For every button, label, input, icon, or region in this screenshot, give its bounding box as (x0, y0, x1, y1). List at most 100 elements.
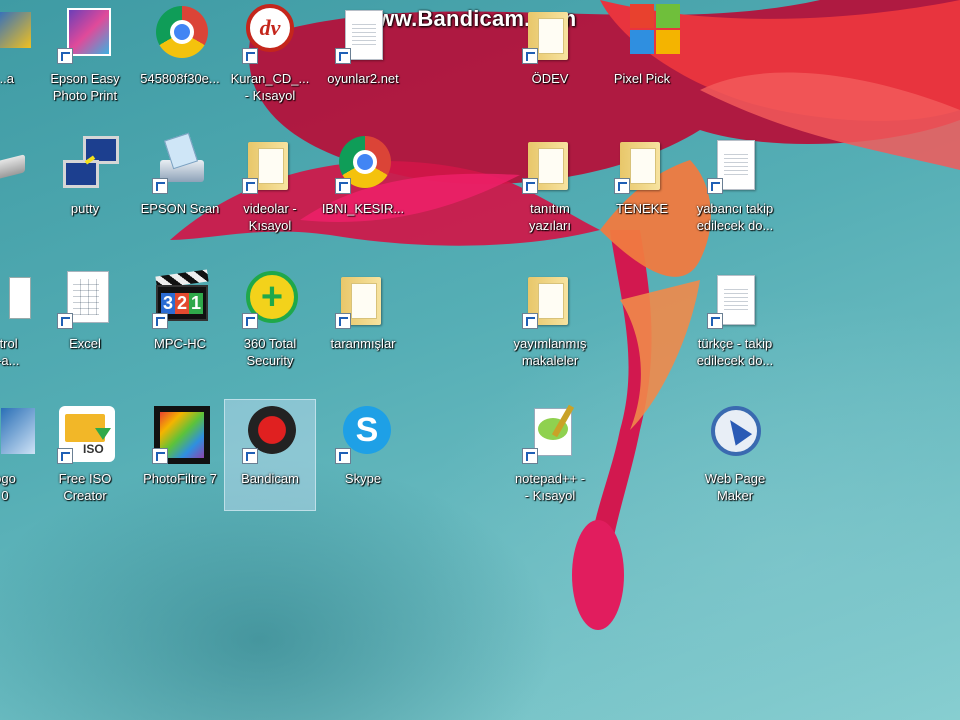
photofiltre-icon[interactable]: PhotoFiltre 7 (135, 400, 225, 510)
drive-icon (0, 134, 25, 194)
videolar-shortcut-icon[interactable]: videolar - Kısayol (225, 130, 315, 240)
shortcut-arrow-icon (522, 448, 538, 464)
icon-label: PhotoFiltre 7 (143, 471, 217, 486)
shortcut-arrow-icon (242, 178, 258, 194)
shortcut-arrow-icon (152, 448, 168, 464)
icon-label: videolar - Kısayol (243, 201, 297, 233)
folder-icon (612, 134, 672, 194)
chrome-icon (150, 4, 210, 64)
icon-label: notepad++ - - Kısayol (514, 471, 586, 503)
icon-label: Bandicam (241, 471, 299, 486)
kuran-cd-shortcut-icon[interactable]: dv Kuran_CD_... - Kısayol (225, 0, 315, 110)
bandicam-record-icon (240, 404, 300, 464)
windows-logo-icon (612, 4, 680, 64)
bandicam-icon[interactable]: Bandicam (224, 399, 316, 511)
app-icon (0, 404, 35, 464)
shortcut-arrow-icon (242, 48, 258, 64)
putty-computers-icon (55, 134, 119, 194)
icon-label: 545808f30e... (140, 71, 220, 86)
icon-label: tanıtım yazıları (529, 201, 571, 233)
icon-label: Free ISO Creator (58, 471, 112, 503)
shortcut-arrow-icon (152, 178, 168, 194)
cursor-globe-icon (705, 404, 765, 464)
shortcut-arrow-icon (335, 448, 351, 464)
excel-icon[interactable]: Excel (40, 265, 130, 375)
dv-logo-icon: dv (240, 4, 300, 64)
yabanci-takip-doc-icon[interactable]: yabancı takip edilecek do... (690, 130, 780, 240)
folder-icon (520, 269, 580, 329)
spreadsheet-icon (55, 269, 115, 329)
turkce-takip-doc-icon[interactable]: türkçe - takip edilecek do... (690, 265, 780, 375)
folder-icon (520, 4, 580, 64)
360-security-plus-icon: + (240, 269, 300, 329)
shortcut-arrow-icon (522, 48, 538, 64)
shortcut-arrow-icon (522, 313, 538, 329)
chrome-icon (333, 134, 393, 194)
photo-print-icon (55, 4, 115, 64)
teneke-folder-icon[interactable]: TENEKE (597, 130, 687, 240)
notepadpp-shortcut-icon[interactable]: notepad++ - - Kısayol (505, 400, 595, 510)
app-icon (0, 4, 35, 64)
skype-icon[interactable]: S Skype (318, 400, 408, 510)
shortcut-arrow-icon (335, 48, 351, 64)
icon-label: 360 Total Security (243, 336, 297, 368)
folder-icon (520, 134, 580, 194)
iso-folder-icon: ISO (55, 404, 115, 464)
control-panel-icon (0, 269, 35, 329)
odev-folder-icon[interactable]: ÖDEV (505, 0, 595, 110)
document-icon (705, 269, 765, 329)
icon-label: putty (70, 201, 100, 216)
putty-icon[interactable]: putty (40, 130, 130, 240)
shortcut-arrow-icon (57, 48, 73, 64)
icon-label: türkçe - takip edilecek do... (696, 336, 774, 368)
yayimlanmis-makaleler-folder-icon[interactable]: yayımlanmış makaleler (505, 265, 595, 375)
icon-label: EPSON Scan (140, 201, 220, 216)
shortcut-arrow-icon (242, 313, 258, 329)
document-icon (705, 134, 765, 194)
folder-icon (333, 269, 393, 329)
document-icon (333, 4, 393, 64)
tanitim-yazilari-folder-icon[interactable]: tanıtım yazıları (505, 130, 595, 240)
icon-label: yabancı takip edilecek do... (696, 201, 774, 233)
icon-label: Excel (69, 336, 101, 351)
shortcut-arrow-icon (707, 178, 723, 194)
ibni-kesir-chrome-icon[interactable]: IBNI_KESIR... (318, 130, 408, 240)
folder-icon (240, 134, 300, 194)
chrome-file-icon[interactable]: 545808f30e... (135, 0, 225, 110)
icon-label: IBNI_KESIR... (321, 201, 405, 216)
film-strip-icon (150, 404, 210, 464)
epson-easy-photo-print-icon[interactable]: Epson Easy Photo Print (40, 0, 130, 110)
icon-label: MPC-HC (154, 336, 206, 351)
mpc-hc-icon[interactable]: 321 MPC-HC (135, 265, 225, 375)
web-page-maker-icon[interactable]: Web Page Maker (690, 400, 780, 510)
shortcut-arrow-icon (152, 313, 168, 329)
icon-label: yayımlanmış makaleler (513, 336, 587, 368)
icon-label: Kuran_CD_... - Kısayol (230, 71, 310, 103)
pixel-pick-icon[interactable]: Pixel Pick (597, 0, 687, 110)
shortcut-arrow-icon (57, 448, 73, 464)
partial-drive-icon[interactable] (0, 130, 40, 240)
clapperboard-icon: 321 (150, 269, 210, 329)
icon-label: Epson Easy Photo Print (50, 71, 120, 103)
icon-label: TENEKE (615, 201, 668, 216)
taranmislar-folder-icon[interactable]: taranmışlar (318, 265, 408, 375)
free-iso-creator-icon[interactable]: ISO Free ISO Creator (40, 400, 130, 510)
shortcut-arrow-icon (335, 313, 351, 329)
skype-s-icon: S (333, 404, 393, 464)
oyunlar2-net-icon[interactable]: oyunlar2.net (318, 0, 408, 110)
shortcut-arrow-icon (614, 178, 630, 194)
shortcut-arrow-icon (707, 313, 723, 329)
shortcut-arrow-icon (522, 178, 538, 194)
epson-scan-icon[interactable]: EPSON Scan (135, 130, 225, 240)
icon-label: Pixel Pick (613, 71, 671, 86)
icon-label: taranmışlar (330, 336, 396, 351)
360-total-security-icon[interactable]: + 360 Total Security (225, 265, 315, 375)
icon-label: Web Page Maker (704, 471, 766, 503)
notepadpp-icon (520, 404, 580, 464)
shortcut-arrow-icon (242, 448, 258, 464)
scanner-icon (150, 132, 210, 194)
icon-label: Skype (344, 471, 382, 486)
shortcut-arrow-icon (57, 313, 73, 329)
icon-label: ÖDEV (531, 71, 569, 86)
icon-label: oyunlar2.net (327, 71, 399, 86)
